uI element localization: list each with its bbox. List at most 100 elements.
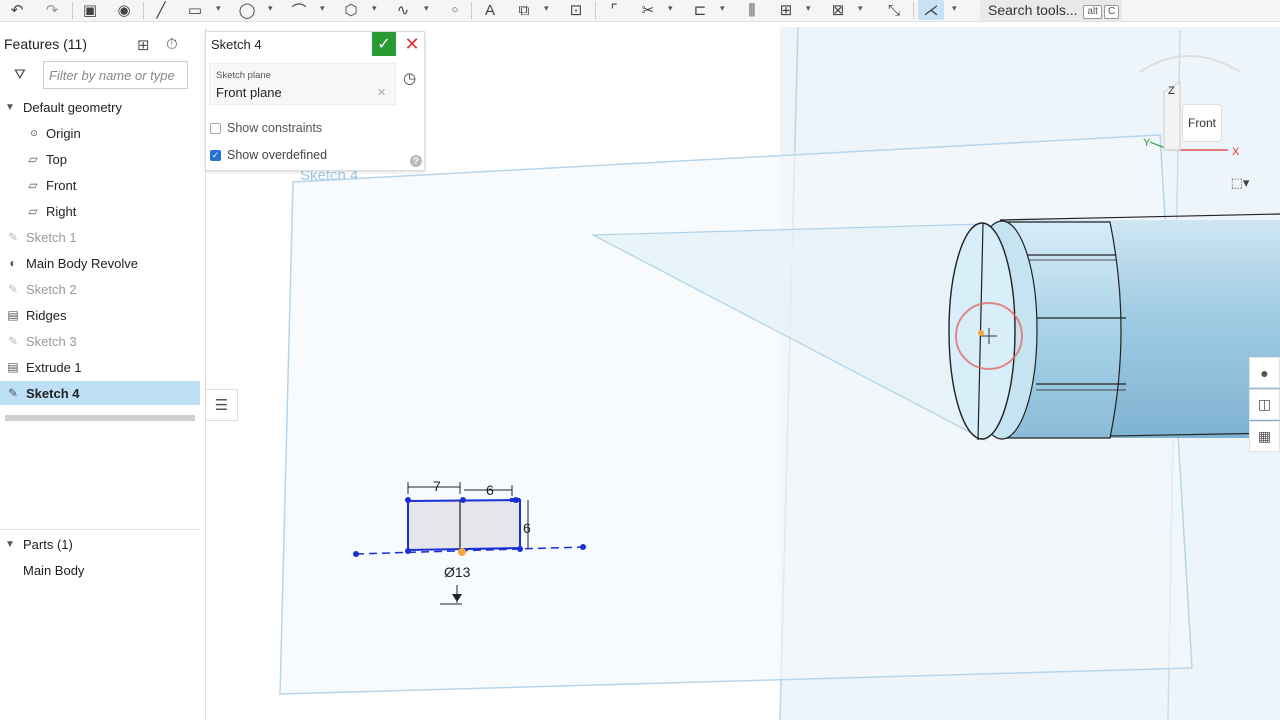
chevron-down-icon[interactable]: ▾ bbox=[424, 3, 429, 14]
sketch-point[interactable] bbox=[513, 497, 519, 503]
filter-input[interactable] bbox=[43, 61, 188, 89]
dimension-label[interactable]: Ø13 bbox=[444, 564, 471, 580]
tree-item-sketch-3[interactable]: ✎ Sketch 3 bbox=[0, 329, 200, 353]
arc-icon[interactable]: ⌒ bbox=[290, 0, 308, 20]
sketch-icon: ✎ bbox=[7, 386, 19, 400]
parts-header-label: Parts (1) bbox=[23, 536, 73, 552]
undo-icon[interactable]: ↶ bbox=[8, 0, 26, 20]
text-icon[interactable]: A bbox=[480, 0, 500, 20]
shortcut-key-c: C bbox=[1103, 5, 1120, 19]
chevron-down-icon[interactable]: ▾ bbox=[268, 3, 273, 14]
tree-item-sketch-1[interactable]: ✎ Sketch 1 bbox=[0, 225, 200, 249]
polygon-icon[interactable]: ⬡ bbox=[342, 0, 360, 20]
dimension-label[interactable]: 7 bbox=[433, 478, 441, 494]
offset-icon[interactable]: ⊏ bbox=[690, 0, 710, 20]
dimension-label[interactable]: 6 bbox=[486, 482, 494, 498]
tree-item-label: Extrude 1 bbox=[26, 359, 82, 375]
toolbar-separator bbox=[595, 2, 596, 19]
chevron-down-icon[interactable]: ▾ bbox=[372, 3, 377, 14]
tree-item-main-body-revolve[interactable]: ◐ Main Body Revolve bbox=[0, 251, 200, 275]
line-icon[interactable]: ╱ bbox=[152, 0, 170, 20]
use-icon[interactable]: ◉ bbox=[114, 0, 134, 20]
section-view-icon[interactable]: ◫ bbox=[1249, 389, 1280, 420]
sketch-point[interactable] bbox=[405, 548, 411, 554]
filter-icon[interactable]: ⛛ bbox=[14, 66, 26, 83]
sketch-point[interactable] bbox=[460, 497, 466, 503]
rollback-timer-icon[interactable]: ⏱ bbox=[166, 36, 178, 53]
chevron-down-icon[interactable]: ▾ bbox=[858, 3, 863, 14]
chevron-down-icon[interactable]: ▾ bbox=[720, 3, 725, 14]
appearance-icon[interactable]: ● bbox=[1249, 357, 1280, 388]
redo-icon[interactable]: ↷ bbox=[43, 0, 61, 20]
chevron-down-icon[interactable]: ▾ bbox=[216, 3, 221, 14]
tree-item-default-geometry[interactable]: ▼ Default geometry bbox=[0, 95, 200, 119]
tree-item-label: Top bbox=[46, 151, 67, 167]
list-toggle-icon[interactable]: ☰ bbox=[206, 389, 238, 421]
point-icon[interactable]: ○ bbox=[448, 0, 462, 20]
fillet-icon[interactable]: ⌜ bbox=[604, 0, 624, 20]
history-icon[interactable]: ◷ bbox=[403, 69, 416, 87]
checkbox-box[interactable] bbox=[210, 122, 221, 134]
toolbar-separator bbox=[471, 2, 472, 19]
axis-z-label: Z bbox=[1168, 85, 1175, 97]
clear-icon[interactable]: ✕ bbox=[377, 86, 386, 99]
sketch-point[interactable] bbox=[405, 497, 411, 503]
sketch-icon: ✎ bbox=[7, 282, 19, 296]
mirror-icon[interactable]: ⫼ bbox=[742, 0, 762, 20]
sketch-point[interactable] bbox=[580, 544, 586, 550]
origin-icon: ⊙ bbox=[30, 127, 38, 138]
chevron-down-icon[interactable]: ▼ bbox=[5, 539, 15, 550]
import-icon[interactable]: ⊠ bbox=[828, 0, 848, 20]
construction-icon[interactable]: ⧉ bbox=[514, 0, 534, 20]
snap-icon[interactable]: ⋌ bbox=[918, 0, 944, 20]
feature-list-scrollbar[interactable] bbox=[5, 415, 195, 421]
chevron-down-icon[interactable]: ▾ bbox=[320, 3, 325, 14]
help-icon[interactable]: ? bbox=[410, 155, 422, 167]
show-overdefined-checkbox[interactable]: ✓ Show overdefined bbox=[210, 146, 420, 164]
spline-icon[interactable]: ∿ bbox=[394, 0, 412, 20]
checkbox-box[interactable]: ✓ bbox=[210, 149, 221, 161]
cancel-button[interactable]: ✕ bbox=[401, 32, 423, 56]
view-cube-front-face[interactable]: Front bbox=[1182, 104, 1222, 142]
tree-item-right[interactable]: ▱ Right bbox=[0, 199, 200, 223]
dimension-label[interactable]: 6 bbox=[523, 520, 531, 536]
tree-item-top[interactable]: ▱ Top bbox=[0, 147, 200, 171]
chevron-down-icon[interactable]: ▾ bbox=[806, 3, 811, 14]
sketch-point[interactable] bbox=[517, 546, 523, 552]
tree-item-origin[interactable]: ⊙ Origin bbox=[0, 121, 200, 145]
sketch-region[interactable] bbox=[407, 498, 521, 552]
sketch-plane-label: Sketch plane bbox=[216, 70, 271, 81]
intersect-icon[interactable]: ⤡ bbox=[884, 0, 904, 20]
dimension-icon[interactable]: ⊡ bbox=[566, 0, 586, 20]
circle-icon[interactable]: ◯ bbox=[238, 0, 256, 20]
new-folder-icon[interactable]: ⊞ bbox=[137, 36, 150, 54]
pattern-icon[interactable]: ⊞ bbox=[776, 0, 796, 20]
tree-item-front[interactable]: ▱ Front bbox=[0, 173, 200, 197]
tree-item-sketch-4[interactable]: ✎ Sketch 4 bbox=[0, 381, 200, 405]
chevron-down-icon[interactable]: ▼ bbox=[5, 102, 15, 113]
chevron-down-icon[interactable]: ▾ bbox=[544, 3, 549, 14]
chevron-down-icon[interactable]: ▾ bbox=[668, 3, 673, 14]
parts-header[interactable]: ▼ Parts (1) bbox=[0, 532, 200, 556]
plane-icon: ▱ bbox=[28, 152, 38, 166]
part-item-main-body[interactable]: Main Body bbox=[0, 558, 200, 582]
show-constraints-checkbox[interactable]: Show constraints bbox=[210, 119, 420, 137]
tree-item-label: Main Body Revolve bbox=[26, 255, 138, 271]
chevron-down-icon[interactable]: ▾ bbox=[952, 3, 957, 14]
tree-item-label: Sketch 1 bbox=[26, 229, 77, 245]
accept-button[interactable]: ✓ bbox=[372, 32, 396, 56]
tree-item-extrude-1[interactable]: ▤ Extrude 1 bbox=[0, 355, 200, 379]
tree-item-sketch-2[interactable]: ✎ Sketch 2 bbox=[0, 277, 200, 301]
named-views-icon[interactable]: ▦ bbox=[1249, 421, 1280, 452]
tree-item-ridges[interactable]: ▤ Ridges bbox=[0, 303, 200, 327]
origin-snap-point[interactable] bbox=[458, 548, 466, 556]
search-tools-button[interactable]: Search tools... alt C bbox=[980, 0, 1122, 21]
sketch-point[interactable] bbox=[353, 551, 359, 557]
tree-item-label: Ridges bbox=[26, 307, 67, 323]
sketch-plane-field[interactable]: Sketch plane Front plane ✕ bbox=[209, 63, 396, 105]
trim-icon[interactable]: ✂ bbox=[638, 0, 658, 20]
rectangle-icon[interactable]: ▭ bbox=[186, 0, 204, 20]
view-display-icon[interactable]: ⬚▾ bbox=[1224, 173, 1256, 193]
clipboard-icon[interactable]: ▣ bbox=[80, 0, 100, 20]
snap-point[interactable] bbox=[978, 330, 984, 336]
